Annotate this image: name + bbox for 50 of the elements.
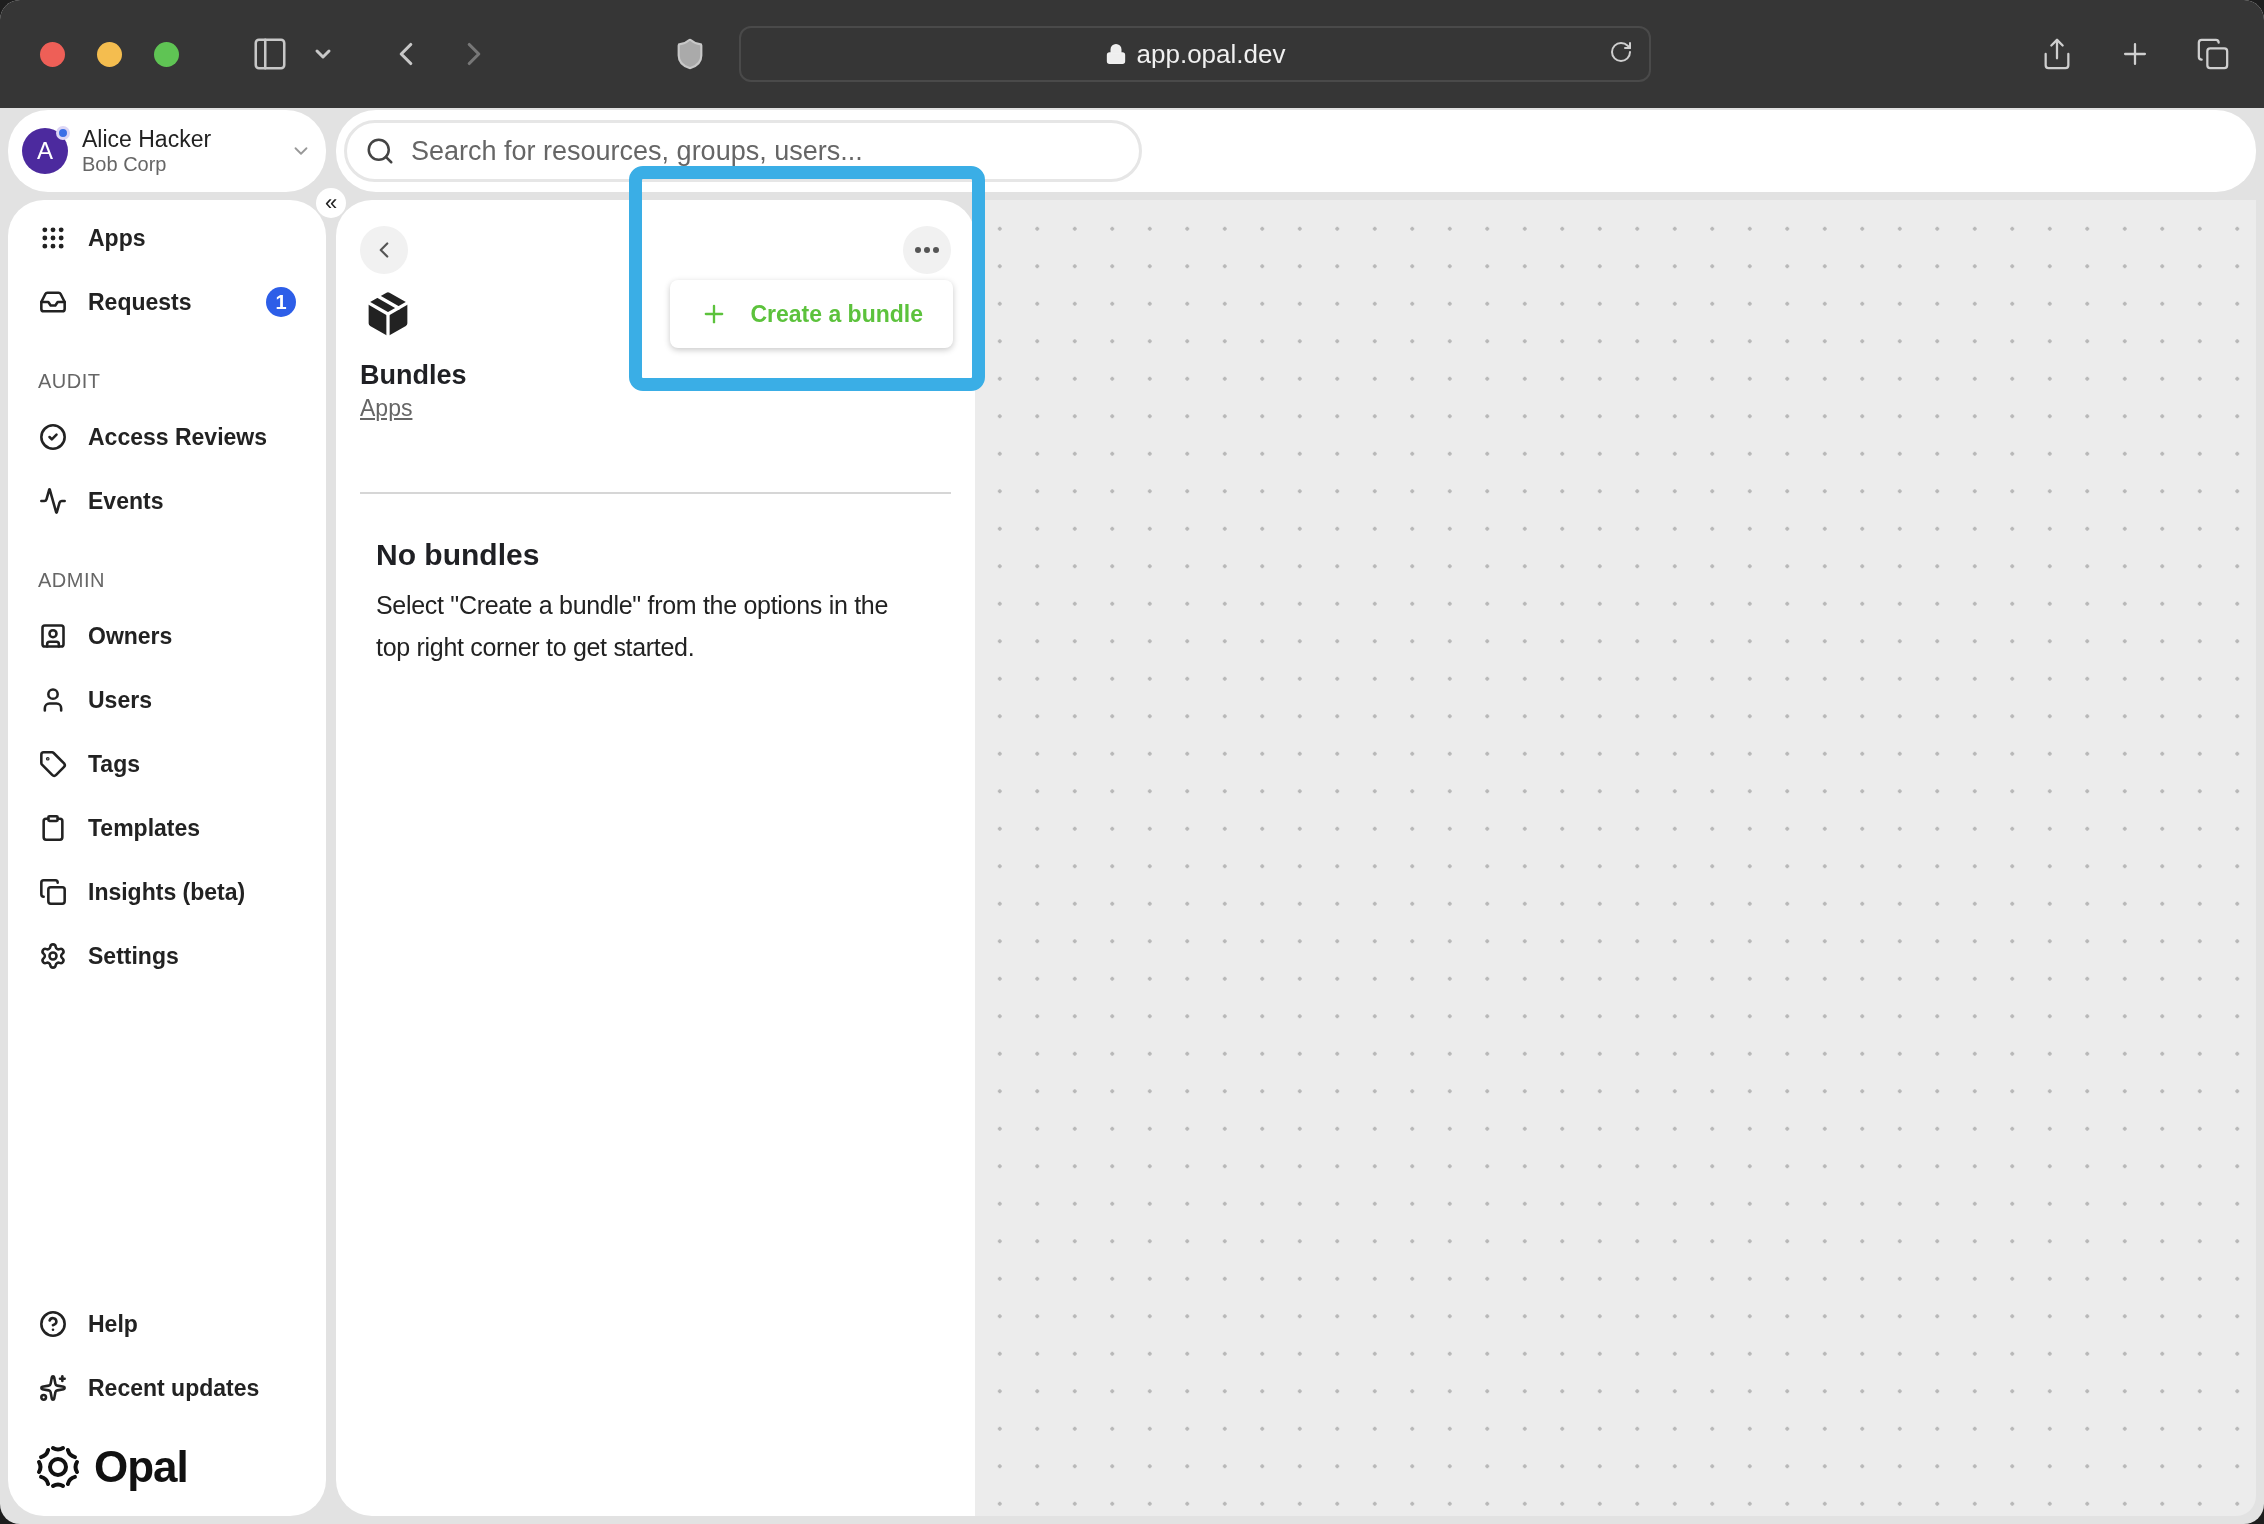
search-input[interactable]: Search for resources, groups, users... [409, 134, 1121, 168]
nav-item[interactable]: Users [22, 668, 312, 732]
minimize-window-button[interactable] [97, 41, 122, 67]
sidebar-toggle-icon[interactable] [251, 35, 289, 73]
help-icon [39, 1310, 67, 1338]
more-options-button[interactable] [903, 226, 951, 274]
person-card-icon [39, 622, 67, 650]
nav-item[interactable]: Templates [22, 796, 312, 860]
nav-item[interactable]: Tags [22, 732, 312, 796]
section-heading: ADMIN [37, 568, 106, 593]
breadcrumb-link[interactable]: Apps [360, 395, 413, 422]
address-bar[interactable]: app.opal.dev [739, 26, 1651, 82]
inbox-tray-icon [39, 288, 67, 316]
lock-icon [1104, 43, 1127, 65]
collapse-sidebar-button[interactable]: « [316, 188, 346, 218]
search-field[interactable]: Search for resources, groups, users... [344, 120, 1142, 182]
url-text: app.opal.dev [1136, 38, 1286, 70]
sparkles-icon [39, 1374, 67, 1402]
clipboard-icon [39, 814, 67, 842]
nav-item[interactable]: Apps [22, 206, 312, 270]
nav-item[interactable]: Settings [22, 924, 312, 988]
account-switcher[interactable]: A Alice Hacker Bob Corp [8, 110, 326, 192]
empty-state-title: No bundles [376, 538, 541, 572]
ellipsis-icon [915, 247, 939, 253]
check-circle-icon [39, 423, 67, 451]
nav-item[interactable]: Requests 1 [22, 270, 312, 334]
nav-item[interactable]: Events [22, 469, 312, 533]
settings-icon [39, 942, 67, 970]
section-heading: AUDIT [37, 369, 102, 394]
close-window-button[interactable] [40, 41, 65, 67]
pulse-line-icon [39, 487, 67, 515]
squares-icon [39, 878, 67, 906]
empty-state-text: Select "Create a bundle" from the options in the top right corner to get started. [376, 590, 889, 663]
nav-item[interactable]: Insights (beta) [22, 860, 312, 924]
user-name: Alice Hacker [82, 127, 213, 153]
count-badge: 1 [266, 287, 296, 317]
zoom-window-button[interactable] [154, 41, 179, 67]
tabs-overview-icon[interactable] [2196, 37, 2230, 71]
search-icon [365, 136, 395, 166]
nav-item[interactable]: Owners [22, 604, 312, 668]
nav-item[interactable]: Access Reviews [22, 405, 312, 469]
tag-icon [39, 750, 67, 778]
logo-wordmark: Opal [94, 1442, 188, 1492]
organization-name: Bob Corp [82, 152, 168, 175]
sun-logo-icon [34, 1443, 82, 1491]
avatar: A [22, 128, 68, 174]
nav-item[interactable]: Recent updates [22, 1356, 312, 1420]
page-title: Bundles [360, 360, 468, 391]
nav-item[interactable]: Help [22, 1292, 312, 1356]
reload-icon[interactable] [1609, 40, 1633, 64]
